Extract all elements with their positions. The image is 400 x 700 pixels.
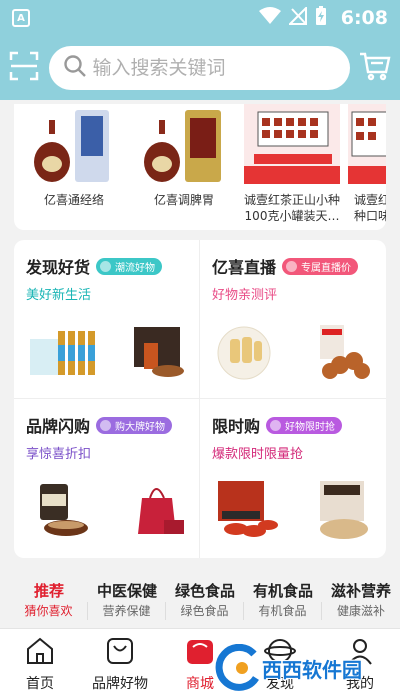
product-card[interactable]: 亿喜通经络 — [26, 104, 122, 208]
category-tab-nutrition[interactable]: 滋补营养 健康滋补 — [322, 572, 400, 626]
scan-icon — [9, 51, 39, 85]
product-card[interactable]: 诚壹红 种口味 — [348, 104, 386, 224]
nav-label: 品牌好物 — [92, 676, 148, 692]
promo-subtitle: 好物亲测评 — [212, 288, 278, 303]
promo-tag-label: 购大牌好物 — [115, 421, 166, 433]
clock: 6:08 — [340, 7, 388, 29]
wifi-icon — [258, 7, 281, 29]
tag-dot-icon — [100, 419, 112, 431]
promo-tag: 潮流好物 — [96, 257, 163, 275]
category-tabs: 推荐 猜你喜欢 中医保健 营养保健 绿色食品 绿色食品 有机食品 有机食品 滋补… — [0, 572, 400, 626]
bottom-nav: 首页 品牌好物 商城 发现 我的 — [0, 628, 400, 700]
scan-button[interactable] — [8, 51, 41, 85]
promo-flash-sale[interactable]: 品牌闪购 购大牌好物 享惊喜折扣 — [14, 399, 200, 558]
user-icon — [346, 637, 374, 669]
nav-label: 商城 — [186, 676, 214, 692]
status-bar: A 6:08 — [0, 0, 400, 36]
promo-title: 亿喜直播 — [212, 258, 277, 277]
category-title: 有机食品 — [252, 582, 313, 600]
promo-subtitle: 享惊喜折扣 — [26, 447, 92, 462]
nav-discover[interactable]: 发现 — [240, 629, 320, 700]
promo-subtitle: 美好新生活 — [26, 288, 92, 303]
search-box[interactable] — [48, 46, 350, 90]
category-title: 中医保健 — [96, 582, 157, 600]
category-title: 绿色食品 — [174, 582, 235, 600]
promo-image — [310, 321, 374, 385]
promo-image — [214, 479, 280, 545]
promo-image — [128, 321, 188, 385]
search-icon — [63, 54, 87, 82]
promo-title: 限时购 — [212, 417, 261, 436]
category-subtitle: 有机食品 — [244, 602, 322, 620]
promo-tag: 好物限时抢 — [266, 416, 343, 434]
product-card[interactable]: 诚壹红茶正山小种 100克小罐装天… — [244, 104, 340, 224]
no-signal-icon — [287, 5, 307, 29]
product-name-line2: 种口味 — [354, 209, 386, 223]
promo-discover-goods[interactable]: 发现好货 潮流好物 美好新生活 — [14, 240, 200, 399]
nav-mall[interactable]: 商城 — [160, 629, 240, 700]
product-name: 诚壹红茶正山小种 — [244, 193, 341, 207]
product-name: 诚壹红 — [354, 193, 386, 207]
promo-tag: 购大牌好物 — [96, 416, 173, 434]
battery-charging-icon — [315, 6, 327, 30]
product-image — [136, 104, 232, 184]
tag-dot-icon — [270, 419, 282, 431]
promo-image — [214, 321, 274, 385]
product-name-line2: 100克小罐装天… — [244, 209, 340, 223]
category-tab-organic[interactable]: 有机食品 有机食品 — [244, 572, 322, 626]
search-input[interactable] — [92, 57, 336, 79]
promo-tag-label: 专属直播价 — [301, 262, 352, 274]
tag-dot-icon — [100, 260, 112, 272]
promo-tag-label: 好物限时抢 — [285, 421, 336, 433]
promo-limited-time[interactable]: 限时购 好物限时抢 爆款限时限量抢 — [200, 399, 386, 558]
app-notification-icon: A — [12, 9, 30, 27]
product-image — [244, 104, 340, 184]
discover-icon — [264, 637, 296, 669]
cart-button[interactable] — [358, 50, 392, 86]
promo-title: 品牌闪购 — [26, 417, 91, 436]
nav-label: 我的 — [346, 676, 374, 692]
search-header — [0, 36, 400, 100]
promo-live[interactable]: 亿喜直播 专属直播价 好物亲测评 — [200, 240, 386, 399]
nav-brand-goods[interactable]: 品牌好物 — [80, 629, 160, 700]
promo-tag-label: 潮流好物 — [115, 262, 156, 274]
product-name: 亿喜通经络 — [43, 193, 104, 207]
nav-label: 发现 — [266, 676, 294, 692]
nav-label: 首页 — [26, 676, 54, 692]
product-strip: 亿喜通经络 亿喜调脾胃 诚壹红茶正山小种 100克小罐装天… 诚壹红 种口味 — [14, 104, 386, 230]
product-card[interactable]: 亿喜调脾胃 — [136, 104, 232, 208]
category-title: 滋补营养 — [330, 582, 391, 600]
nav-home[interactable]: 首页 — [0, 629, 80, 700]
home-icon — [25, 637, 55, 669]
category-subtitle: 绿色食品 — [166, 602, 244, 620]
cart-icon — [359, 51, 391, 85]
category-subtitle: 猜你喜欢 — [10, 602, 88, 620]
promo-image — [28, 321, 98, 385]
promo-grid: 发现好货 潮流好物 美好新生活 亿喜直播 专属直播价 好物亲测评 品牌闪购 购大… — [14, 240, 386, 558]
category-tab-tcm[interactable]: 中医保健 营养保健 — [88, 572, 166, 626]
promo-title: 发现好货 — [26, 258, 91, 277]
category-tab-green-food[interactable]: 绿色食品 绿色食品 — [166, 572, 244, 626]
tag-dot-icon — [286, 260, 298, 272]
promo-image — [132, 480, 188, 544]
product-image — [348, 104, 386, 184]
category-title: 推荐 — [33, 582, 64, 600]
category-subtitle: 健康滋补 — [336, 604, 385, 618]
promo-tag: 专属直播价 — [282, 257, 359, 275]
bag-icon — [106, 637, 134, 669]
nav-mine[interactable]: 我的 — [320, 629, 400, 700]
product-name: 亿喜调脾胃 — [153, 193, 214, 207]
promo-image — [28, 480, 92, 544]
shop-icon — [185, 637, 215, 669]
promo-subtitle: 爆款限时限量抢 — [212, 447, 304, 462]
product-image — [26, 104, 122, 184]
category-tab-recommend[interactable]: 推荐 猜你喜欢 — [10, 572, 88, 626]
category-subtitle: 营养保健 — [88, 602, 166, 620]
promo-image — [314, 479, 374, 545]
